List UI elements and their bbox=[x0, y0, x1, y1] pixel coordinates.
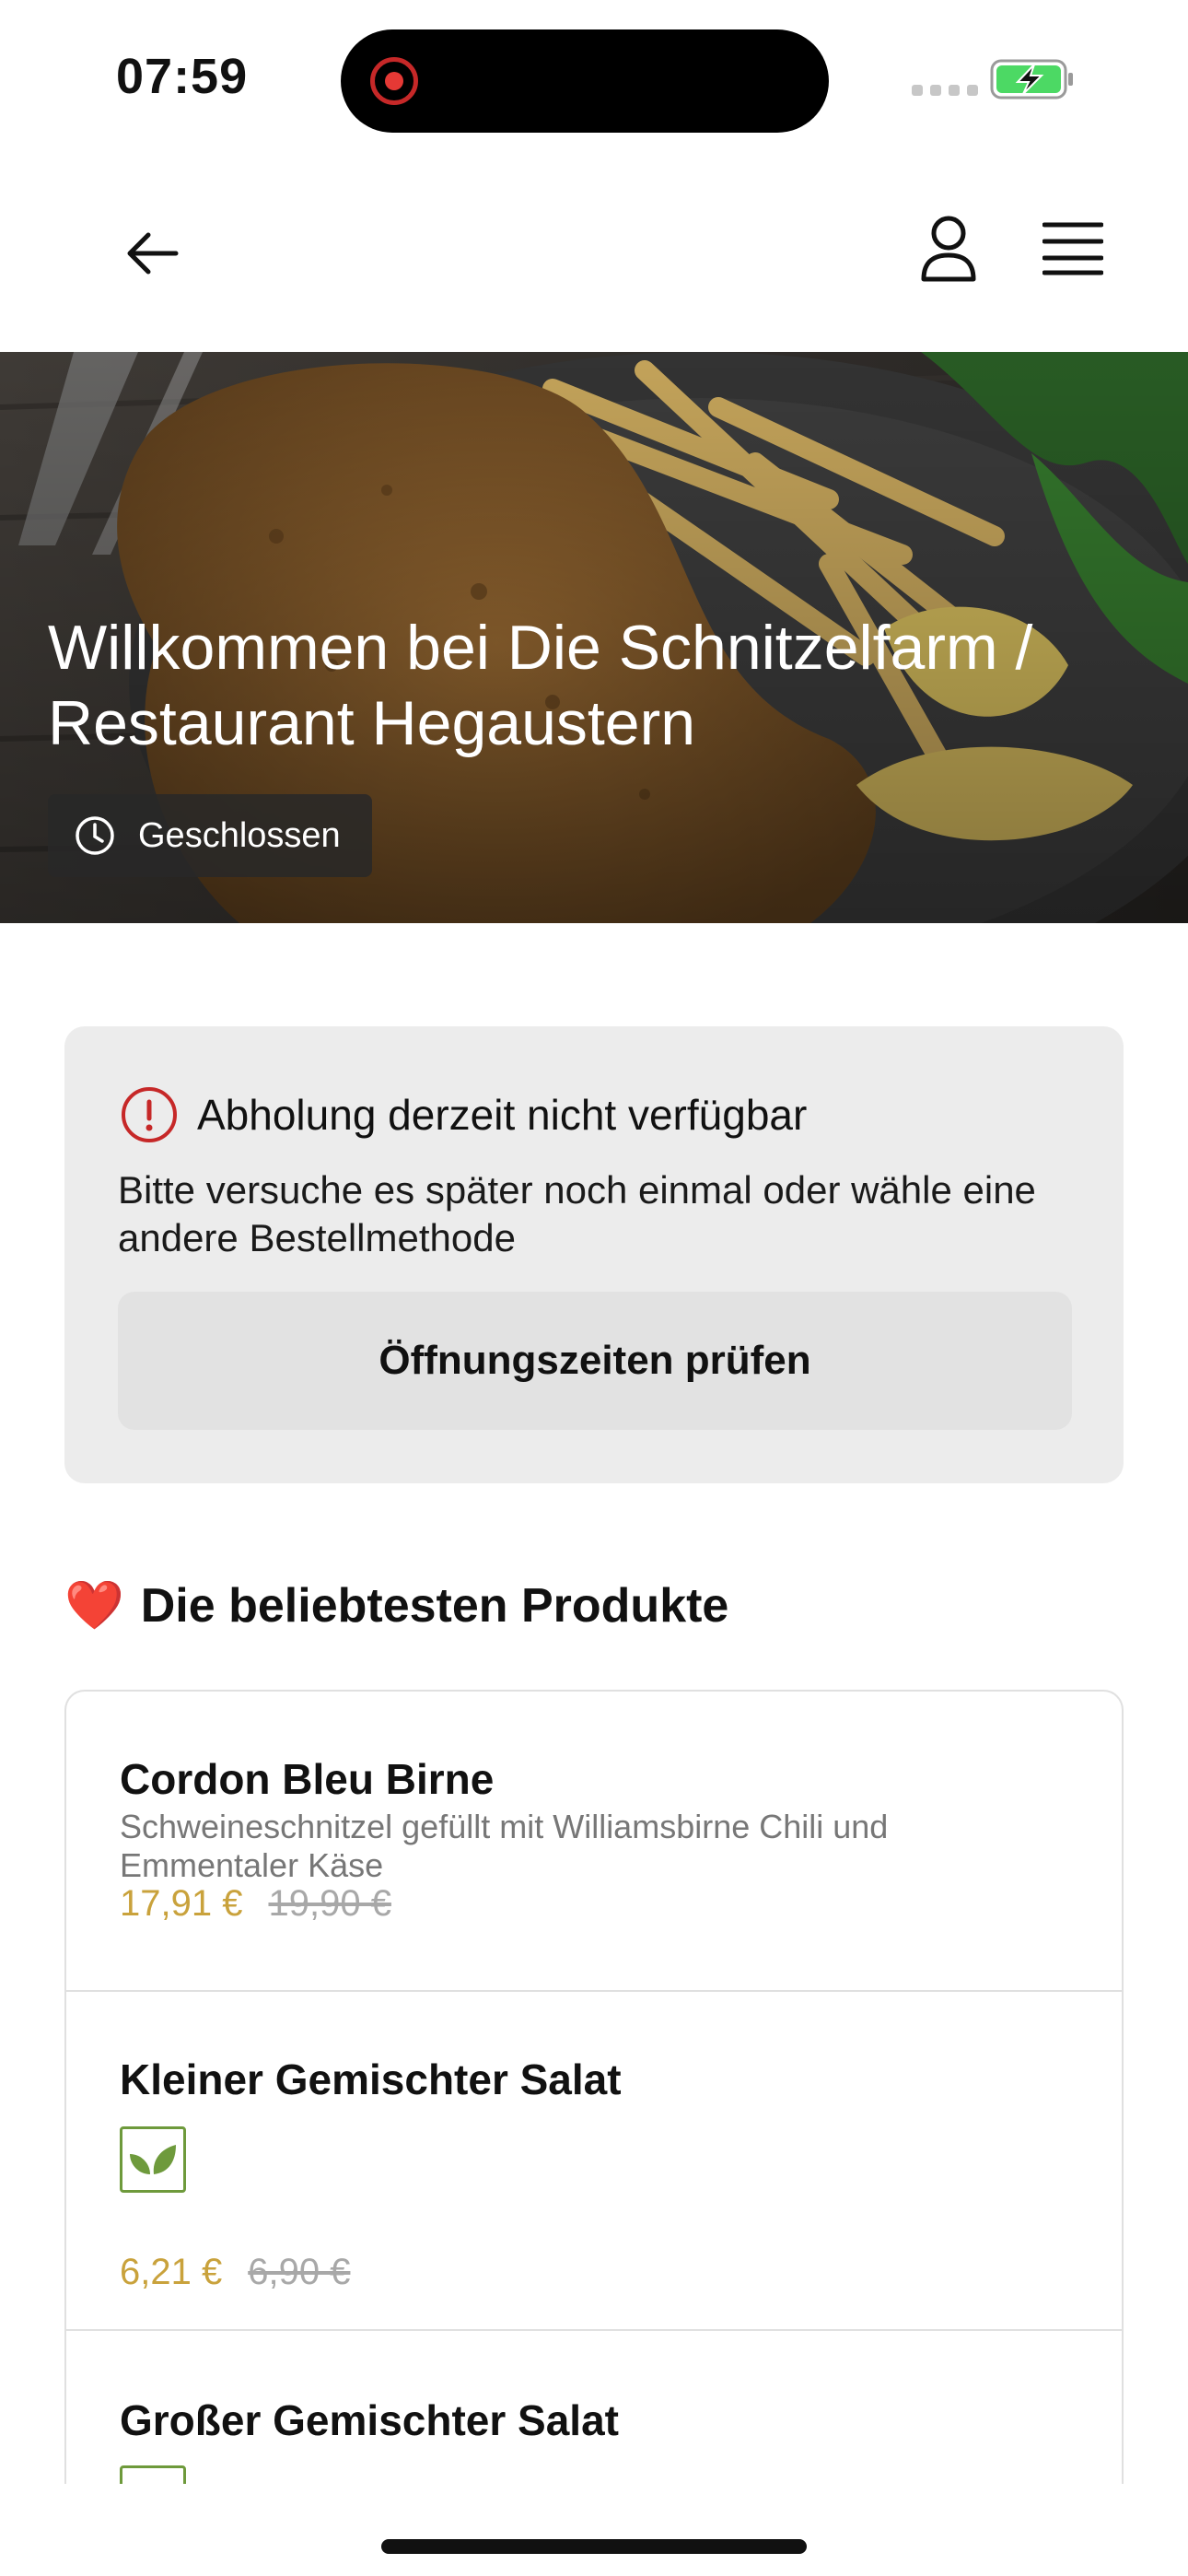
leaf-icon bbox=[130, 2145, 176, 2174]
app-header bbox=[0, 157, 1188, 352]
status-time: 07:59 bbox=[116, 49, 249, 104]
product-old-price: 19,90 € bbox=[268, 1883, 391, 1924]
home-indicator[interactable] bbox=[381, 2539, 807, 2554]
product-price: 17,91 € bbox=[120, 1883, 243, 1924]
battery-charging-icon bbox=[990, 59, 1073, 100]
product-price: 6,21 € bbox=[120, 2252, 223, 2292]
user-icon bbox=[921, 216, 976, 282]
page: 07:59 Willkommen bei Die Schnitzelfarm /… bbox=[0, 0, 1188, 2576]
menu-button[interactable] bbox=[1031, 207, 1114, 290]
popular-products-heading: ❤️ Die beliebtesten Produkte bbox=[64, 1577, 728, 1633]
signal-icon bbox=[912, 85, 978, 96]
account-button[interactable] bbox=[907, 203, 990, 295]
notice-text: Bitte versuche es später noch einmal ode… bbox=[118, 1168, 1036, 1259]
popular-products-title: Die beliebtesten Produkte bbox=[140, 1578, 729, 1633]
product-item[interactable]: Großer Gemischter Salat bbox=[66, 2331, 1122, 2484]
arrow-left-icon bbox=[127, 232, 179, 275]
restaurant-title: Willkommen bei Die Schnitzelfarm / Resta… bbox=[48, 613, 1033, 758]
product-price-row: 17,91 € 19,90 € bbox=[120, 1883, 391, 1925]
status-bar: 07:59 bbox=[0, 0, 1188, 157]
product-item[interactable]: Kleiner Gemischter Salat 6,21 € 6,90 € bbox=[66, 1992, 1122, 2331]
product-name: Kleiner Gemischter Salat bbox=[120, 2055, 622, 2103]
product-old-price: 6,90 € bbox=[248, 2252, 351, 2292]
dynamic-island bbox=[341, 29, 829, 133]
product-name: Großer Gemischter Salat bbox=[120, 2396, 619, 2444]
hero-banner: Willkommen bei Die Schnitzelfarm / Resta… bbox=[0, 352, 1188, 923]
bottom-safe-area bbox=[0, 2484, 1188, 2576]
check-opening-hours-button[interactable]: Öffnungszeiten prüfen bbox=[118, 1292, 1072, 1430]
hamburger-menu-icon bbox=[1042, 222, 1103, 275]
notice-title: Abholung derzeit nicht verfügbar bbox=[197, 1091, 808, 1139]
pickup-unavailable-notice: Abholung derzeit nicht verfügbar Bitte v… bbox=[64, 1026, 1124, 1483]
vegetarian-badge bbox=[120, 2126, 186, 2193]
opening-status-text: Geschlossen bbox=[138, 815, 341, 855]
popular-products-list: Cordon Bleu Birne Schweineschnitzel gefü… bbox=[64, 1690, 1124, 2484]
product-name: Cordon Bleu Birne bbox=[120, 1755, 495, 1803]
clock-icon bbox=[76, 816, 114, 855]
vegetarian-badge bbox=[120, 2465, 186, 2484]
product-description: Schweineschnitzel gefüllt mit Williamsbi… bbox=[120, 1808, 889, 1884]
product-item[interactable]: Cordon Bleu Birne Schweineschnitzel gefü… bbox=[66, 1692, 1122, 1992]
heart-icon: ❤️ bbox=[64, 1579, 124, 1633]
info-icon bbox=[122, 1087, 177, 1142]
back-button[interactable] bbox=[111, 212, 193, 295]
notice-header: Abholung derzeit nicht verfügbar bbox=[120, 1085, 807, 1144]
recording-indicator-icon bbox=[370, 57, 418, 105]
opening-status-badge: Geschlossen bbox=[48, 794, 372, 877]
product-price-row: 6,21 € 6,90 € bbox=[120, 2252, 350, 2293]
